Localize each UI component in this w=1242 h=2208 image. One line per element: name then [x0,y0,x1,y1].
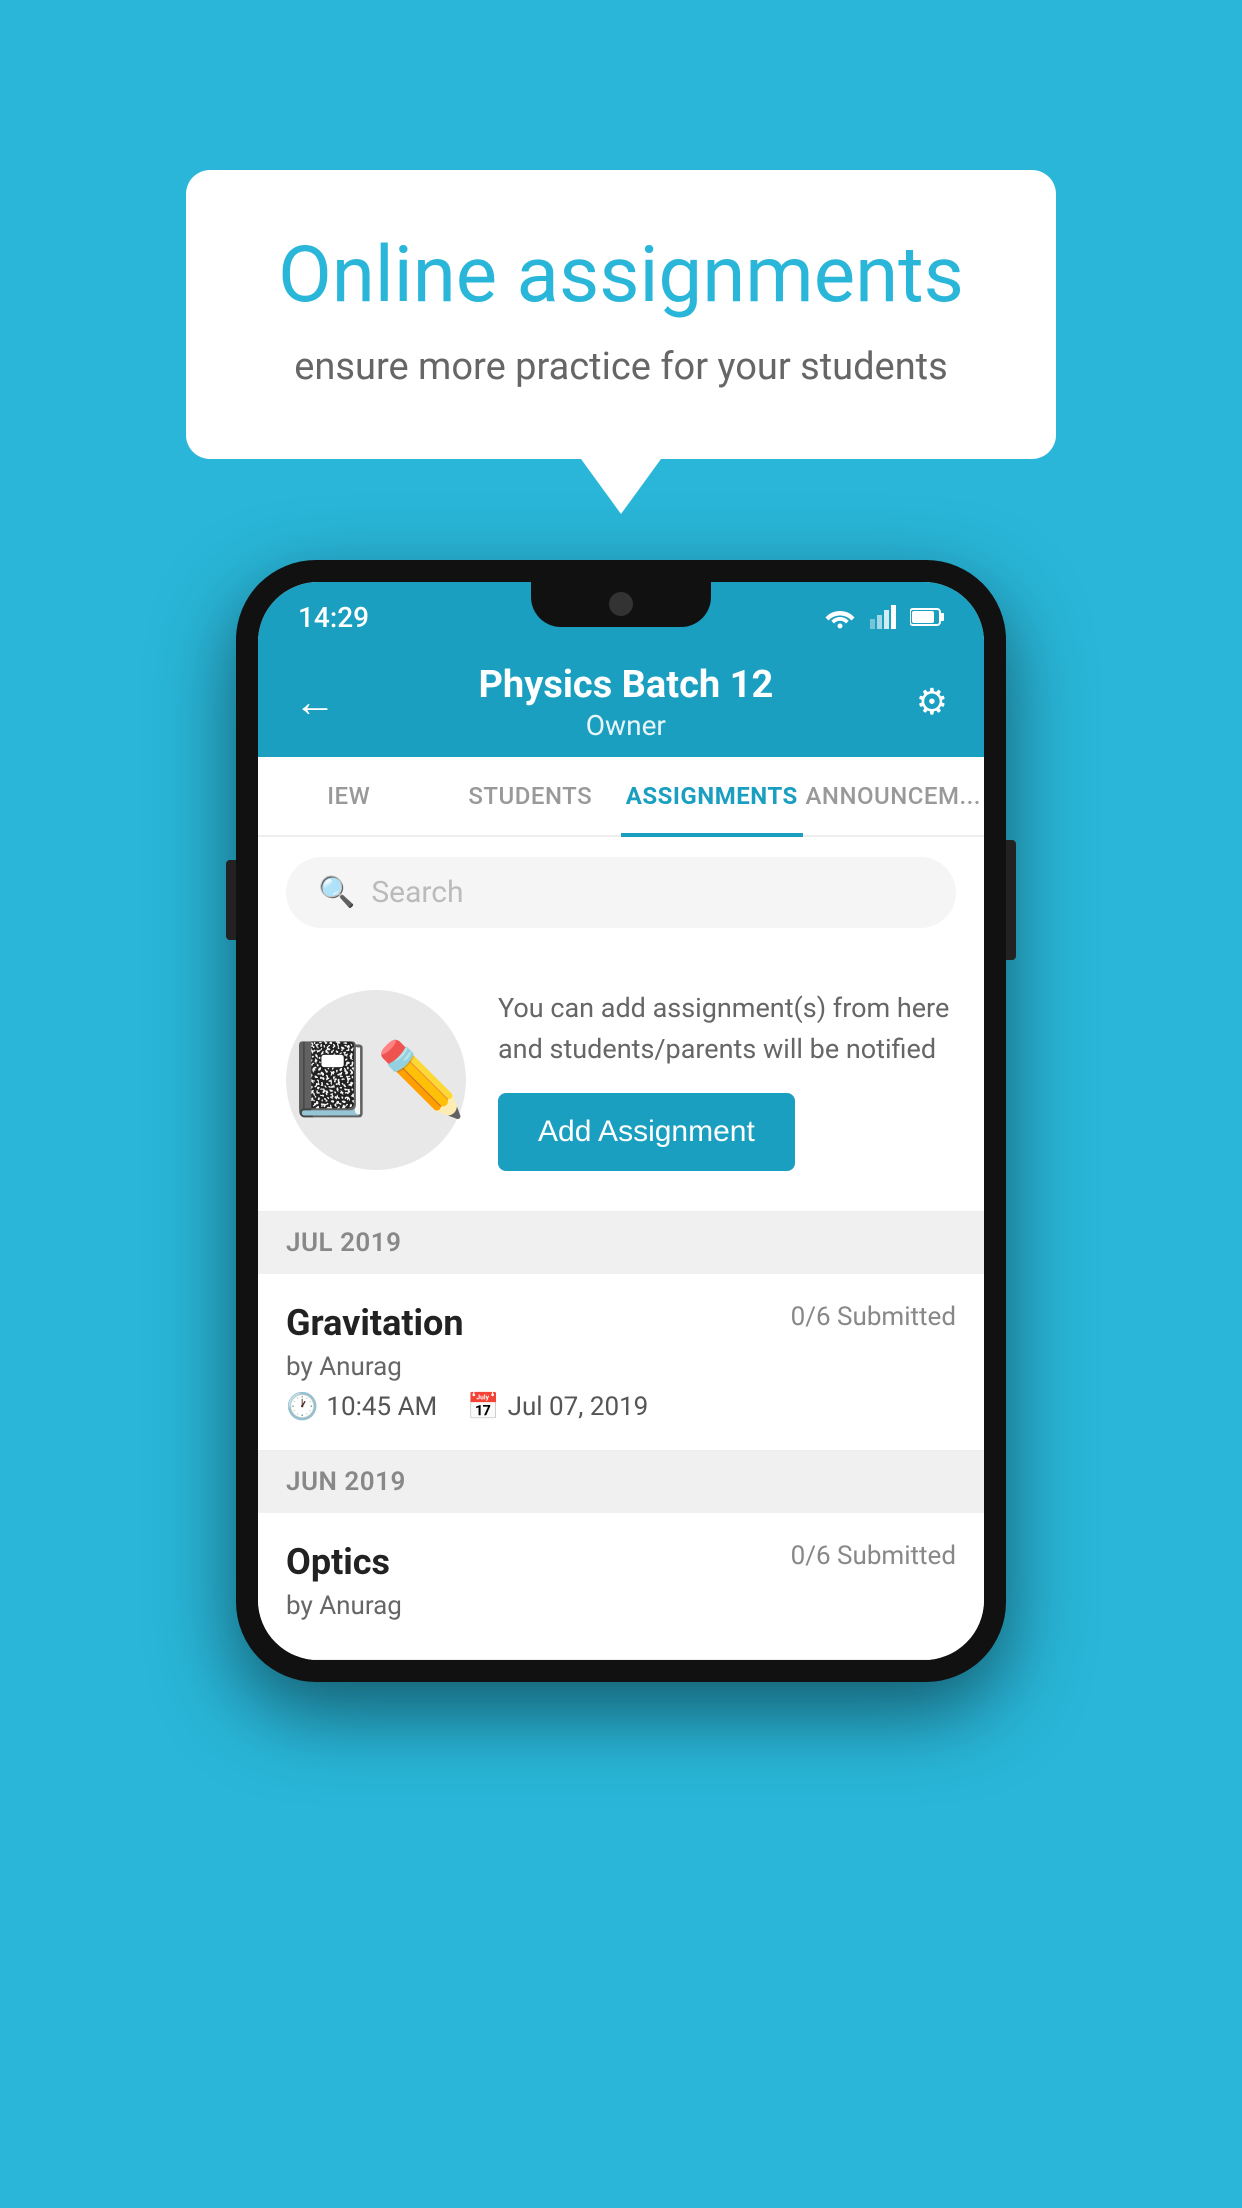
assignment-row1: Gravitation 0/6 Submitted [286,1302,956,1344]
speech-bubble-subtitle: ensure more practice for your students [256,345,986,389]
assignment-by-gravitation: by Anurag [286,1352,956,1382]
search-placeholder: Search [371,875,463,910]
assignment-submitted-optics: 0/6 Submitted [791,1541,956,1571]
calendar-icon: 📅 [467,1392,499,1422]
phone-wrapper: 14:29 [236,560,1006,1682]
status-time: 14:29 [298,601,369,634]
tab-assignments-label: ASSIGNMENTS [626,782,798,810]
tab-students-label: STUDENTS [468,782,592,810]
assignment-submitted-gravitation: 0/6 Submitted [791,1302,956,1332]
tab-students[interactable]: STUDENTS [440,757,622,835]
wifi-icon [824,605,856,629]
app-header: ← Physics Batch 12 Owner ⚙ [258,647,984,757]
speech-bubble-title: Online assignments [256,230,986,321]
speech-bubble-container: Online assignments ensure more practice … [186,170,1056,514]
assignment-item-optics[interactable]: Optics 0/6 Submitted by Anurag [258,1513,984,1660]
assignment-by-optics: by Anurag [286,1591,956,1621]
tab-iew-label: IEW [327,782,370,810]
phone-outer: 14:29 [236,560,1006,1682]
time-value-gravitation: 10:45 AM [326,1392,437,1422]
tab-announcements[interactable]: ANNOUNCEM... [803,757,985,835]
notch-camera [609,592,633,616]
back-button[interactable]: ← [294,678,336,727]
search-icon: 🔍 [318,875,355,910]
battery-icon [910,607,944,627]
assignment-meta-gravitation: 🕐 10:45 AM 📅 Jul 07, 2019 [286,1392,956,1422]
speech-bubble-arrow [581,459,661,514]
clock-icon: 🕐 [286,1392,318,1422]
add-assignment-button[interactable]: Add Assignment [498,1093,795,1171]
phone-notch [531,582,711,627]
speech-bubble: Online assignments ensure more practice … [186,170,1056,459]
assignment-time-gravitation: 🕐 10:45 AM [286,1392,437,1422]
settings-button[interactable]: ⚙ [916,681,948,723]
assignment-date-gravitation: 📅 Jul 07, 2019 [467,1392,648,1422]
section-month-jun: JUN 2019 [286,1467,406,1497]
header-center: Physics Batch 12 Owner [336,663,916,742]
header-subtitle: Owner [336,709,916,742]
signal-icon [870,605,896,629]
empty-state: 📓✏️ You can add assignment(s) from here … [258,948,984,1212]
search-bar[interactable]: 🔍 Search [286,857,956,928]
status-icons [824,605,944,629]
assignment-item-gravitation[interactable]: Gravitation 0/6 Submitted by Anurag 🕐 10… [258,1274,984,1451]
assignment-name-gravitation: Gravitation [286,1302,464,1344]
search-container: 🔍 Search [258,837,984,948]
tabs-bar: IEW STUDENTS ASSIGNMENTS ANNOUNCEM... [258,757,984,837]
section-header-jun: JUN 2019 [258,1451,984,1513]
tab-iew[interactable]: IEW [258,757,440,835]
notebook-icon: 📓✏️ [286,1037,465,1122]
section-header-jul: JUL 2019 [258,1212,984,1274]
date-value-gravitation: Jul 07, 2019 [508,1392,649,1422]
phone-screen: 14:29 [258,582,984,1660]
section-month-jul: JUL 2019 [286,1228,402,1258]
empty-state-content: You can add assignment(s) from here and … [498,988,956,1171]
assignment-row1-optics: Optics 0/6 Submitted [286,1541,956,1583]
tab-assignments[interactable]: ASSIGNMENTS [621,757,803,835]
empty-icon-circle: 📓✏️ [286,990,466,1170]
tab-announcements-label: ANNOUNCEM... [806,782,981,810]
header-title: Physics Batch 12 [336,663,916,707]
empty-state-text: You can add assignment(s) from here and … [498,988,956,1069]
assignment-name-optics: Optics [286,1541,390,1583]
